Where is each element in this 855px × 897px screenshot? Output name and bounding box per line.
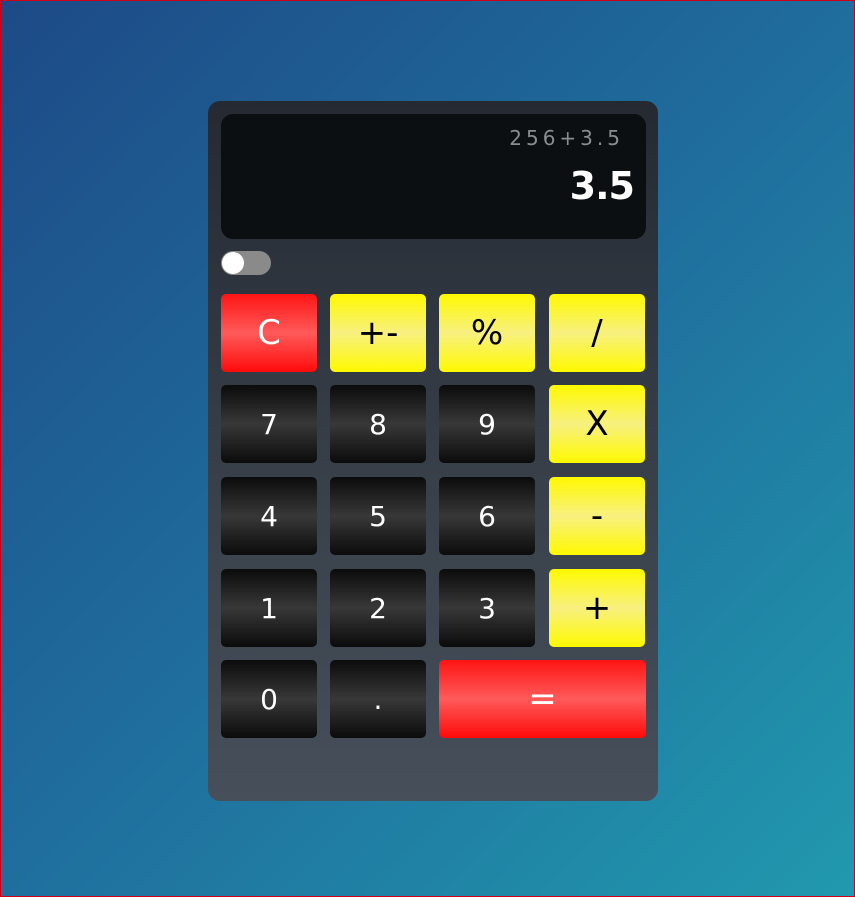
digit-3-button[interactable]: 3 (439, 569, 535, 647)
digit-9-button[interactable]: 9 (439, 385, 535, 463)
clear-button[interactable]: C (221, 294, 317, 372)
digit-4-button[interactable]: 4 (221, 477, 317, 555)
theme-toggle[interactable] (221, 251, 271, 275)
digit-7-button[interactable]: 7 (221, 385, 317, 463)
digit-6-button[interactable]: 6 (439, 477, 535, 555)
plus-minus-button[interactable]: +- (330, 294, 426, 372)
digit-5-button[interactable]: 5 (330, 477, 426, 555)
multiply-button[interactable]: X (549, 385, 645, 463)
display: 256+3.5 3.5 (221, 114, 646, 239)
decimal-button[interactable]: . (330, 660, 426, 738)
percent-button[interactable]: % (439, 294, 535, 372)
minus-button[interactable]: - (549, 477, 645, 555)
digit-8-button[interactable]: 8 (330, 385, 426, 463)
digit-0-button[interactable]: 0 (221, 660, 317, 738)
divide-button[interactable]: / (549, 294, 645, 372)
calculator: 256+3.5 3.5 C +- % / 7 8 9 X 4 5 6 - 1 2… (208, 101, 658, 801)
expression-readout: 256+3.5 (509, 126, 624, 150)
result-readout: 3.5 (569, 164, 635, 208)
equals-button[interactable]: = (439, 660, 646, 738)
digit-1-button[interactable]: 1 (221, 569, 317, 647)
page-background: 256+3.5 3.5 C +- % / 7 8 9 X 4 5 6 - 1 2… (0, 0, 855, 897)
toggle-knob (222, 252, 244, 274)
digit-2-button[interactable]: 2 (330, 569, 426, 647)
plus-button[interactable]: + (549, 569, 645, 647)
